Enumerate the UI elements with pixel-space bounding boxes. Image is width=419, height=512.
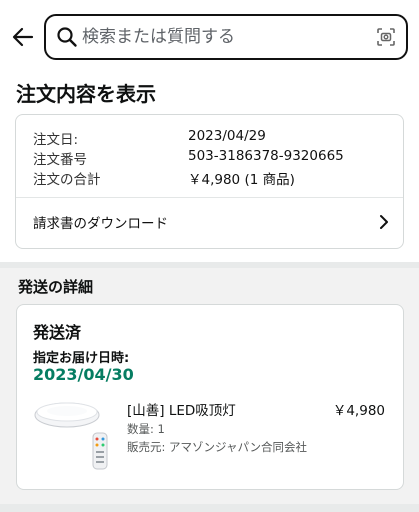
order-date-value: 2023/04/29 [188, 128, 266, 144]
product-seller: 販売元: アマゾンジャパン合同会社 [127, 440, 308, 454]
bottom-divider [0, 504, 419, 512]
order-summary-card: 注文日: 2023/04/29 注文番号 503-3186378-9320665… [15, 114, 404, 249]
chevron-right-icon [377, 214, 391, 230]
order-date-label: 注文日: [33, 132, 79, 148]
order-number-value: 503-3186378-9320665 [188, 148, 344, 164]
product-image[interactable] [31, 393, 113, 475]
search-icon [56, 26, 78, 48]
search-input[interactable] [82, 22, 372, 52]
invoice-label: 請求書のダウンロード [33, 216, 168, 232]
product-quantity: 数量: 1 [127, 422, 165, 436]
order-number-label: 注文番号 [33, 152, 87, 168]
download-invoice-link[interactable]: 請求書のダウンロード [16, 198, 403, 248]
delivery-date: 2023/04/30 [33, 365, 134, 384]
delivery-label: 指定お届け日時: [33, 351, 130, 366]
back-arrow-icon[interactable] [10, 24, 36, 50]
order-total-value: ￥4,980 (1 商品) [188, 172, 295, 188]
camera-scan-icon[interactable] [376, 27, 396, 47]
shipping-details-heading: 発送の詳細 [18, 278, 94, 296]
product-name-link[interactable]: [山善] LED吸顶灯 [127, 399, 236, 419]
search-bar[interactable] [44, 14, 408, 60]
order-total-label: 注文の合計 [33, 172, 101, 188]
top-bar [0, 0, 419, 74]
product-price: ￥4,980 [332, 403, 385, 419]
shipment-status: 発送済 [33, 323, 82, 342]
page-title: 注文内容を表示 [16, 82, 156, 106]
shipment-card: 発送済 指定お届け日時: 2023/04/30 [山善] LED吸顶灯 ￥4,9… [16, 304, 404, 490]
section-divider [0, 262, 419, 268]
